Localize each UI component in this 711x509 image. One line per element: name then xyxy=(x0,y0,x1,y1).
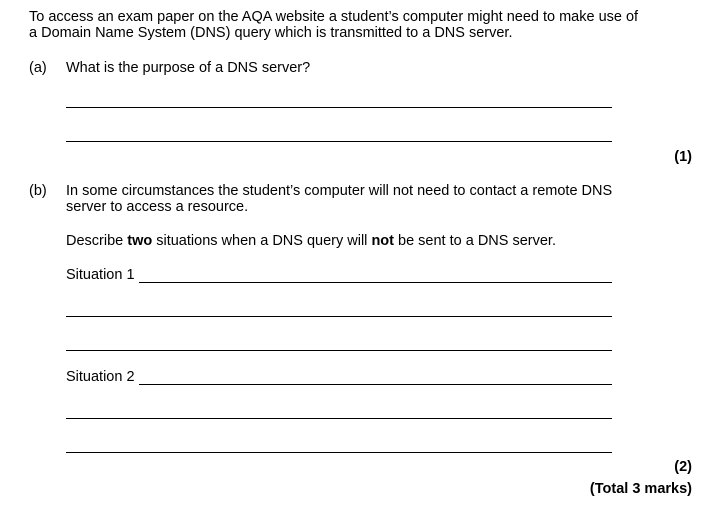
total-marks: (Total 3 marks) xyxy=(589,481,692,497)
situation-1-line-3[interactable] xyxy=(66,350,612,351)
instruction-text-pre: Describe xyxy=(66,233,128,249)
part-a-question: What is the purpose of a DNS server? xyxy=(66,60,311,76)
part-a-marks: (1) xyxy=(674,149,692,165)
instruction-emphasis-not: not xyxy=(371,233,394,249)
situation-2-line-1[interactable] xyxy=(139,384,612,385)
instruction-text-mid: situations when a DNS query will xyxy=(152,233,372,249)
situation-1-line-2[interactable] xyxy=(66,316,612,317)
situation-1-line-1[interactable] xyxy=(139,282,612,283)
situation-2-label: Situation 2 xyxy=(66,369,135,385)
part-a-label: (a) xyxy=(29,60,47,76)
situation-2-line-2[interactable] xyxy=(66,418,612,419)
intro-line-2: a Domain Name System (DNS) query which i… xyxy=(29,25,513,41)
situation-2-line-3[interactable] xyxy=(66,452,612,453)
instruction-emphasis-two: two xyxy=(127,233,153,249)
answer-line-a2[interactable] xyxy=(66,141,612,142)
part-b-label: (b) xyxy=(29,183,47,199)
part-b-marks: (2) xyxy=(674,459,692,475)
intro-line-1: To access an exam paper on the AQA websi… xyxy=(29,9,639,25)
instruction-text-post: be sent to a DNS server. xyxy=(393,233,556,249)
part-b-instruction: Describe two situations when a DNS query… xyxy=(66,233,556,249)
answer-line-a1[interactable] xyxy=(66,107,612,108)
part-b-question-line-1: In some circumstances the student’s comp… xyxy=(66,183,613,199)
part-b-question-line-2: server to access a resource. xyxy=(66,199,249,215)
situation-1-label: Situation 1 xyxy=(66,267,135,283)
